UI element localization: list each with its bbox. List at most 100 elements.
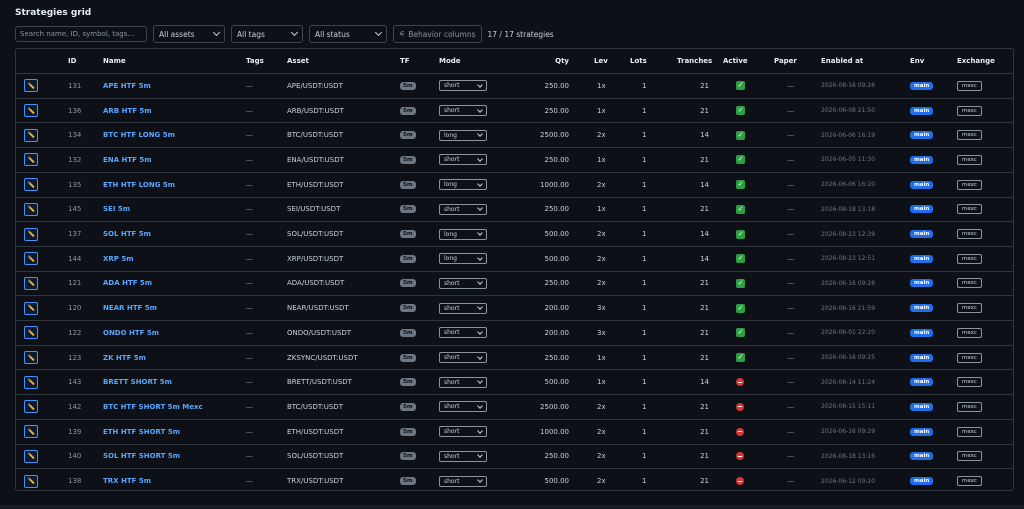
col-header-qty[interactable]: Qty [516,49,569,73]
col-header-active[interactable]: Active [723,49,748,73]
mode-cell: short [439,74,487,98]
row-id: 134 [68,131,82,140]
assets-filter-select[interactable]: All assets [153,25,225,43]
edit-button[interactable] [24,351,38,365]
col-header-asset[interactable]: Asset [287,49,309,73]
strategy-name-link[interactable]: XRP 5m [103,247,134,271]
pencil-icon [27,82,35,90]
mode-select[interactable]: short [439,475,487,487]
tags-filter-select[interactable]: All tags [231,25,303,43]
edit-button[interactable] [24,375,38,389]
edit-button[interactable] [24,425,38,439]
mode-select[interactable]: long [439,179,487,191]
edit-button[interactable] [24,301,38,315]
strategy-name-link[interactable]: BRETT SHORT 5m [103,370,172,394]
mode-select[interactable]: short [439,80,487,92]
col-header-exchange[interactable]: Exchange [957,49,995,73]
strategy-name-link[interactable]: BTC HTF SHORT 5m Mexc [103,395,203,419]
row-tranches: 21 [700,205,709,214]
strategy-name-link[interactable]: ENA HTF 5m [103,148,152,172]
edit-button[interactable] [24,400,38,414]
edit-button[interactable] [24,474,38,488]
row-paper: — [787,279,794,288]
edit-button[interactable] [24,227,38,241]
mode-select[interactable]: short [439,277,487,289]
col-header-id[interactable]: ID [68,49,76,73]
mode-select[interactable]: short [439,105,487,117]
mode-select[interactable]: short [439,327,487,339]
edit-button[interactable] [24,79,38,93]
row-enabled-at: 2026-08-16 09:26 [821,82,876,90]
row-lots: 1 [642,81,647,90]
stop-icon [736,477,744,486]
edit-button[interactable] [24,276,38,290]
status-filter-select[interactable]: All status [309,25,387,43]
exchange-badge: mexc [957,278,982,289]
table-row: 139 ETH HTF SHORT 5m — ETH/USDT:USDT 5m … [16,418,1013,444]
edit-button[interactable] [24,104,38,118]
row-asset: ONDO/USDT:USDT [287,328,352,337]
mode-select[interactable]: short [439,302,487,314]
mode-select[interactable]: long [439,228,487,240]
strategy-name-link[interactable]: SOL HTF SHORT 5m [103,445,180,469]
behavior-columns-label: Behavior columns [408,29,476,39]
edit-button[interactable] [24,128,38,142]
mode-select[interactable]: short [439,426,487,438]
env-badge: main [910,427,934,436]
mode-select[interactable]: long [439,253,487,265]
active-cell: ✓ [736,99,745,123]
mode-select[interactable]: short [439,352,487,364]
row-id: 137 [68,230,82,239]
enabled-at-cell: 2026-06-12 09:20 [821,469,875,493]
mode-select[interactable]: short [439,203,487,215]
mode-select[interactable]: short [439,376,487,388]
col-header-tranches[interactable]: Tranches [677,49,712,73]
row-qty: 2500.00 [540,402,569,411]
col-header-lots[interactable]: Lots [630,49,647,73]
exchange-badge: mexc [957,105,982,116]
exchange-badge: mexc [957,476,982,487]
exchange-badge: mexc [957,451,982,462]
mode-cell: long [439,173,487,197]
pencil-icon [27,181,35,188]
row-enabled-at: 2026-06-06 16:20 [821,181,876,189]
col-header-name[interactable]: Name [103,49,126,73]
strategy-name-link[interactable]: TRX HTF 5m [103,469,151,493]
col-header-tags[interactable]: Tags [246,49,264,73]
mode-select[interactable]: short [439,450,487,462]
edit-button[interactable] [24,252,38,266]
strategy-name-link[interactable]: APE HTF 5m [103,74,151,98]
pencil-icon [27,107,35,114]
edit-button[interactable] [24,178,38,192]
strategy-name-link[interactable]: BTC HTF LONG 5m [103,123,175,147]
strategy-name-link[interactable]: SOL HTF 5m [103,222,151,246]
strategy-name-link[interactable]: ETH HTF LONG 5m [103,173,175,197]
row-asset: BRETT/USDT:USDT [287,378,352,387]
row-lots: 1 [642,452,647,461]
mode-select[interactable]: long [439,129,487,141]
strategy-name-link[interactable]: NEAR HTF 5m [103,296,157,320]
col-header-paper[interactable]: Paper [774,49,797,73]
mode-select[interactable]: short [439,401,487,413]
col-header-tf[interactable]: TF [400,49,410,73]
strategy-name-link[interactable]: ADA HTF 5m [103,272,152,296]
edit-button[interactable] [24,202,38,216]
strategy-name-link[interactable]: ETH HTF SHORT 5m [103,420,180,444]
env-badge: main [910,106,934,115]
search-input[interactable] [15,26,147,42]
edit-button[interactable] [24,326,38,340]
strategy-name-link[interactable]: ONDO HTF 5m [103,321,159,345]
env-badge: main [910,378,934,387]
edit-button[interactable] [24,449,38,463]
col-header-enabled-at[interactable]: Enabled at [821,49,863,73]
strategy-name-link[interactable]: ARB HTF 5m [103,99,152,123]
col-header-lev[interactable]: Lev [594,49,608,73]
behavior-columns-button[interactable]: ⚟ Behavior columns [393,25,482,43]
chevron-down-icon [290,28,299,37]
col-header-mode[interactable]: Mode [439,49,461,73]
edit-button[interactable] [24,153,38,167]
mode-select[interactable]: short [439,154,487,166]
col-header-env[interactable]: Env [910,49,924,73]
strategy-name-link[interactable]: SEI 5m [103,198,130,222]
strategy-name-link[interactable]: ZK HTF 5m [103,346,146,370]
